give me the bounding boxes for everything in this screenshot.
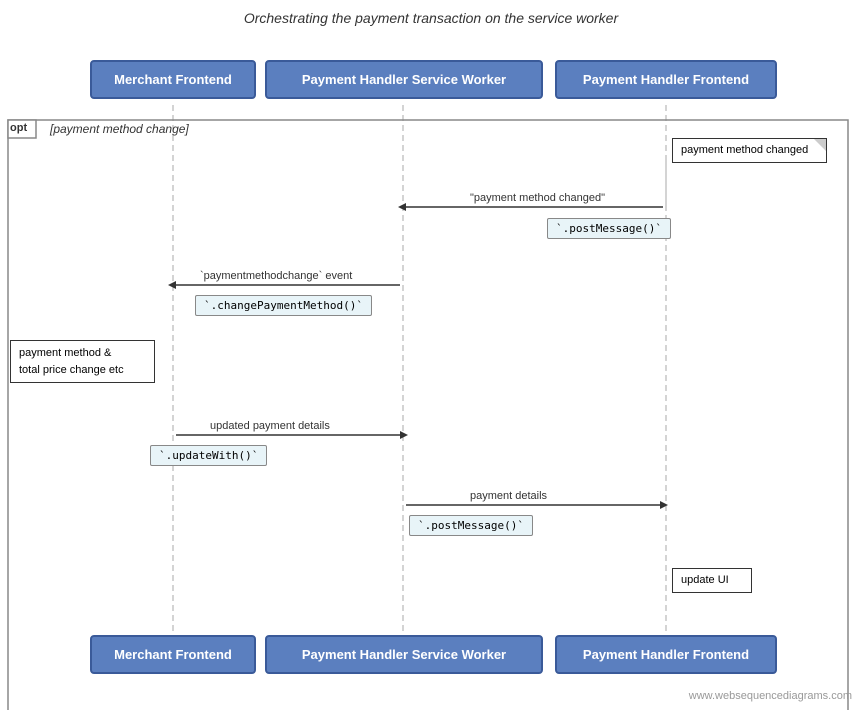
method-updatewith: `.updateWith()` [150,445,267,466]
method-postmessage-2: `.postMessage()` [409,515,533,536]
actor-sw-top: Payment Handler Service Worker [265,60,543,99]
actor-sw-bottom: Payment Handler Service Worker [265,635,543,674]
watermark: www.websequencediagrams.com [689,690,852,702]
method-postmessage-1: `.postMessage()` [547,218,671,239]
actor-merchant-bottom: Merchant Frontend [90,635,256,674]
note-side: payment method &total price change etc [10,340,155,383]
arrow-label-2: `paymentmethodchange` event [200,270,352,282]
actor-phf-bottom: Payment Handler Frontend [555,635,777,674]
diagram-title: Orchestrating the payment transaction on… [0,0,862,26]
arrow-label-3: updated payment details [210,420,330,432]
diagram-container: Orchestrating the payment transaction on… [0,0,862,710]
arrow-label-1: "payment method changed" [470,192,605,204]
opt-condition: [payment method change] [50,122,189,136]
note-update-ui: update UI [672,568,752,593]
actor-phf-top: Payment Handler Frontend [555,60,777,99]
actor-merchant-top: Merchant Frontend [90,60,256,99]
note-payment-changed: payment method changed [672,138,827,163]
method-changepayment: `.changePaymentMethod()` [195,295,372,316]
arrow-label-4: payment details [470,490,547,502]
opt-label: opt [10,122,27,134]
